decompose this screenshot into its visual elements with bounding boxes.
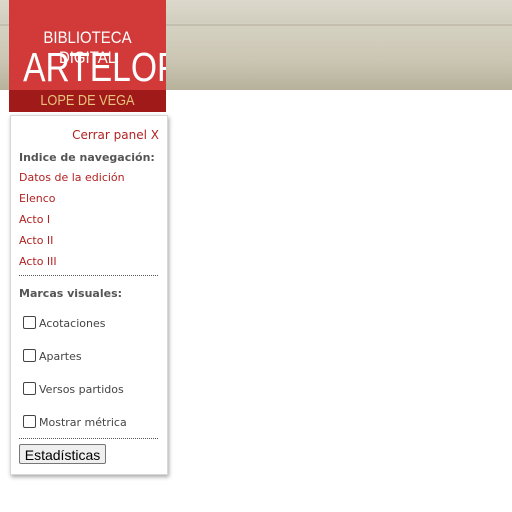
versos-partidos-label: Versos partidos xyxy=(39,383,124,396)
nav-item-acto-2[interactable]: Acto II xyxy=(19,234,53,247)
checkbox-row-versos-partidos[interactable]: Versos partidos xyxy=(23,382,124,396)
logo-author-bar: LOPE DE VEGA xyxy=(9,90,166,112)
statistics-button[interactable]: Estadísticas xyxy=(19,444,106,464)
nav-item-datos-edicion[interactable]: Datos de la edición xyxy=(19,171,125,184)
logo-title: ARTELOPE xyxy=(23,44,166,90)
section-divider xyxy=(19,438,158,439)
versos-partidos-checkbox[interactable] xyxy=(23,382,36,395)
nav-item-acto-1[interactable]: Acto I xyxy=(19,213,50,226)
mostrar-metrica-checkbox[interactable] xyxy=(23,415,36,428)
checkbox-row-apartes[interactable]: Apartes xyxy=(23,349,82,363)
artelope-logo[interactable]: BIBLIOTECA DIGITAL ARTELOPE LOPE DE VEGA xyxy=(9,0,166,112)
navigation-panel: Cerrar panel X Indice de navegación: Dat… xyxy=(10,115,168,475)
nav-item-elenco[interactable]: Elenco xyxy=(19,192,56,205)
close-panel-link[interactable]: Cerrar panel X xyxy=(72,128,159,142)
mostrar-metrica-label: Mostrar métrica xyxy=(39,416,127,429)
acotaciones-label: Acotaciones xyxy=(39,317,106,330)
checkbox-row-acotaciones[interactable]: Acotaciones xyxy=(23,316,105,330)
section-divider xyxy=(19,275,158,276)
apartes-checkbox[interactable] xyxy=(23,349,36,362)
acotaciones-checkbox[interactable] xyxy=(23,316,36,329)
visual-marks-title: Marcas visuales: xyxy=(19,287,123,300)
apartes-label: Apartes xyxy=(39,350,82,363)
nav-index-title: Indice de navegación: xyxy=(19,151,155,164)
checkbox-row-mostrar-metrica[interactable]: Mostrar métrica xyxy=(23,415,127,429)
nav-item-acto-3[interactable]: Acto III xyxy=(19,255,57,268)
logo-author: LOPE DE VEGA xyxy=(40,92,135,109)
